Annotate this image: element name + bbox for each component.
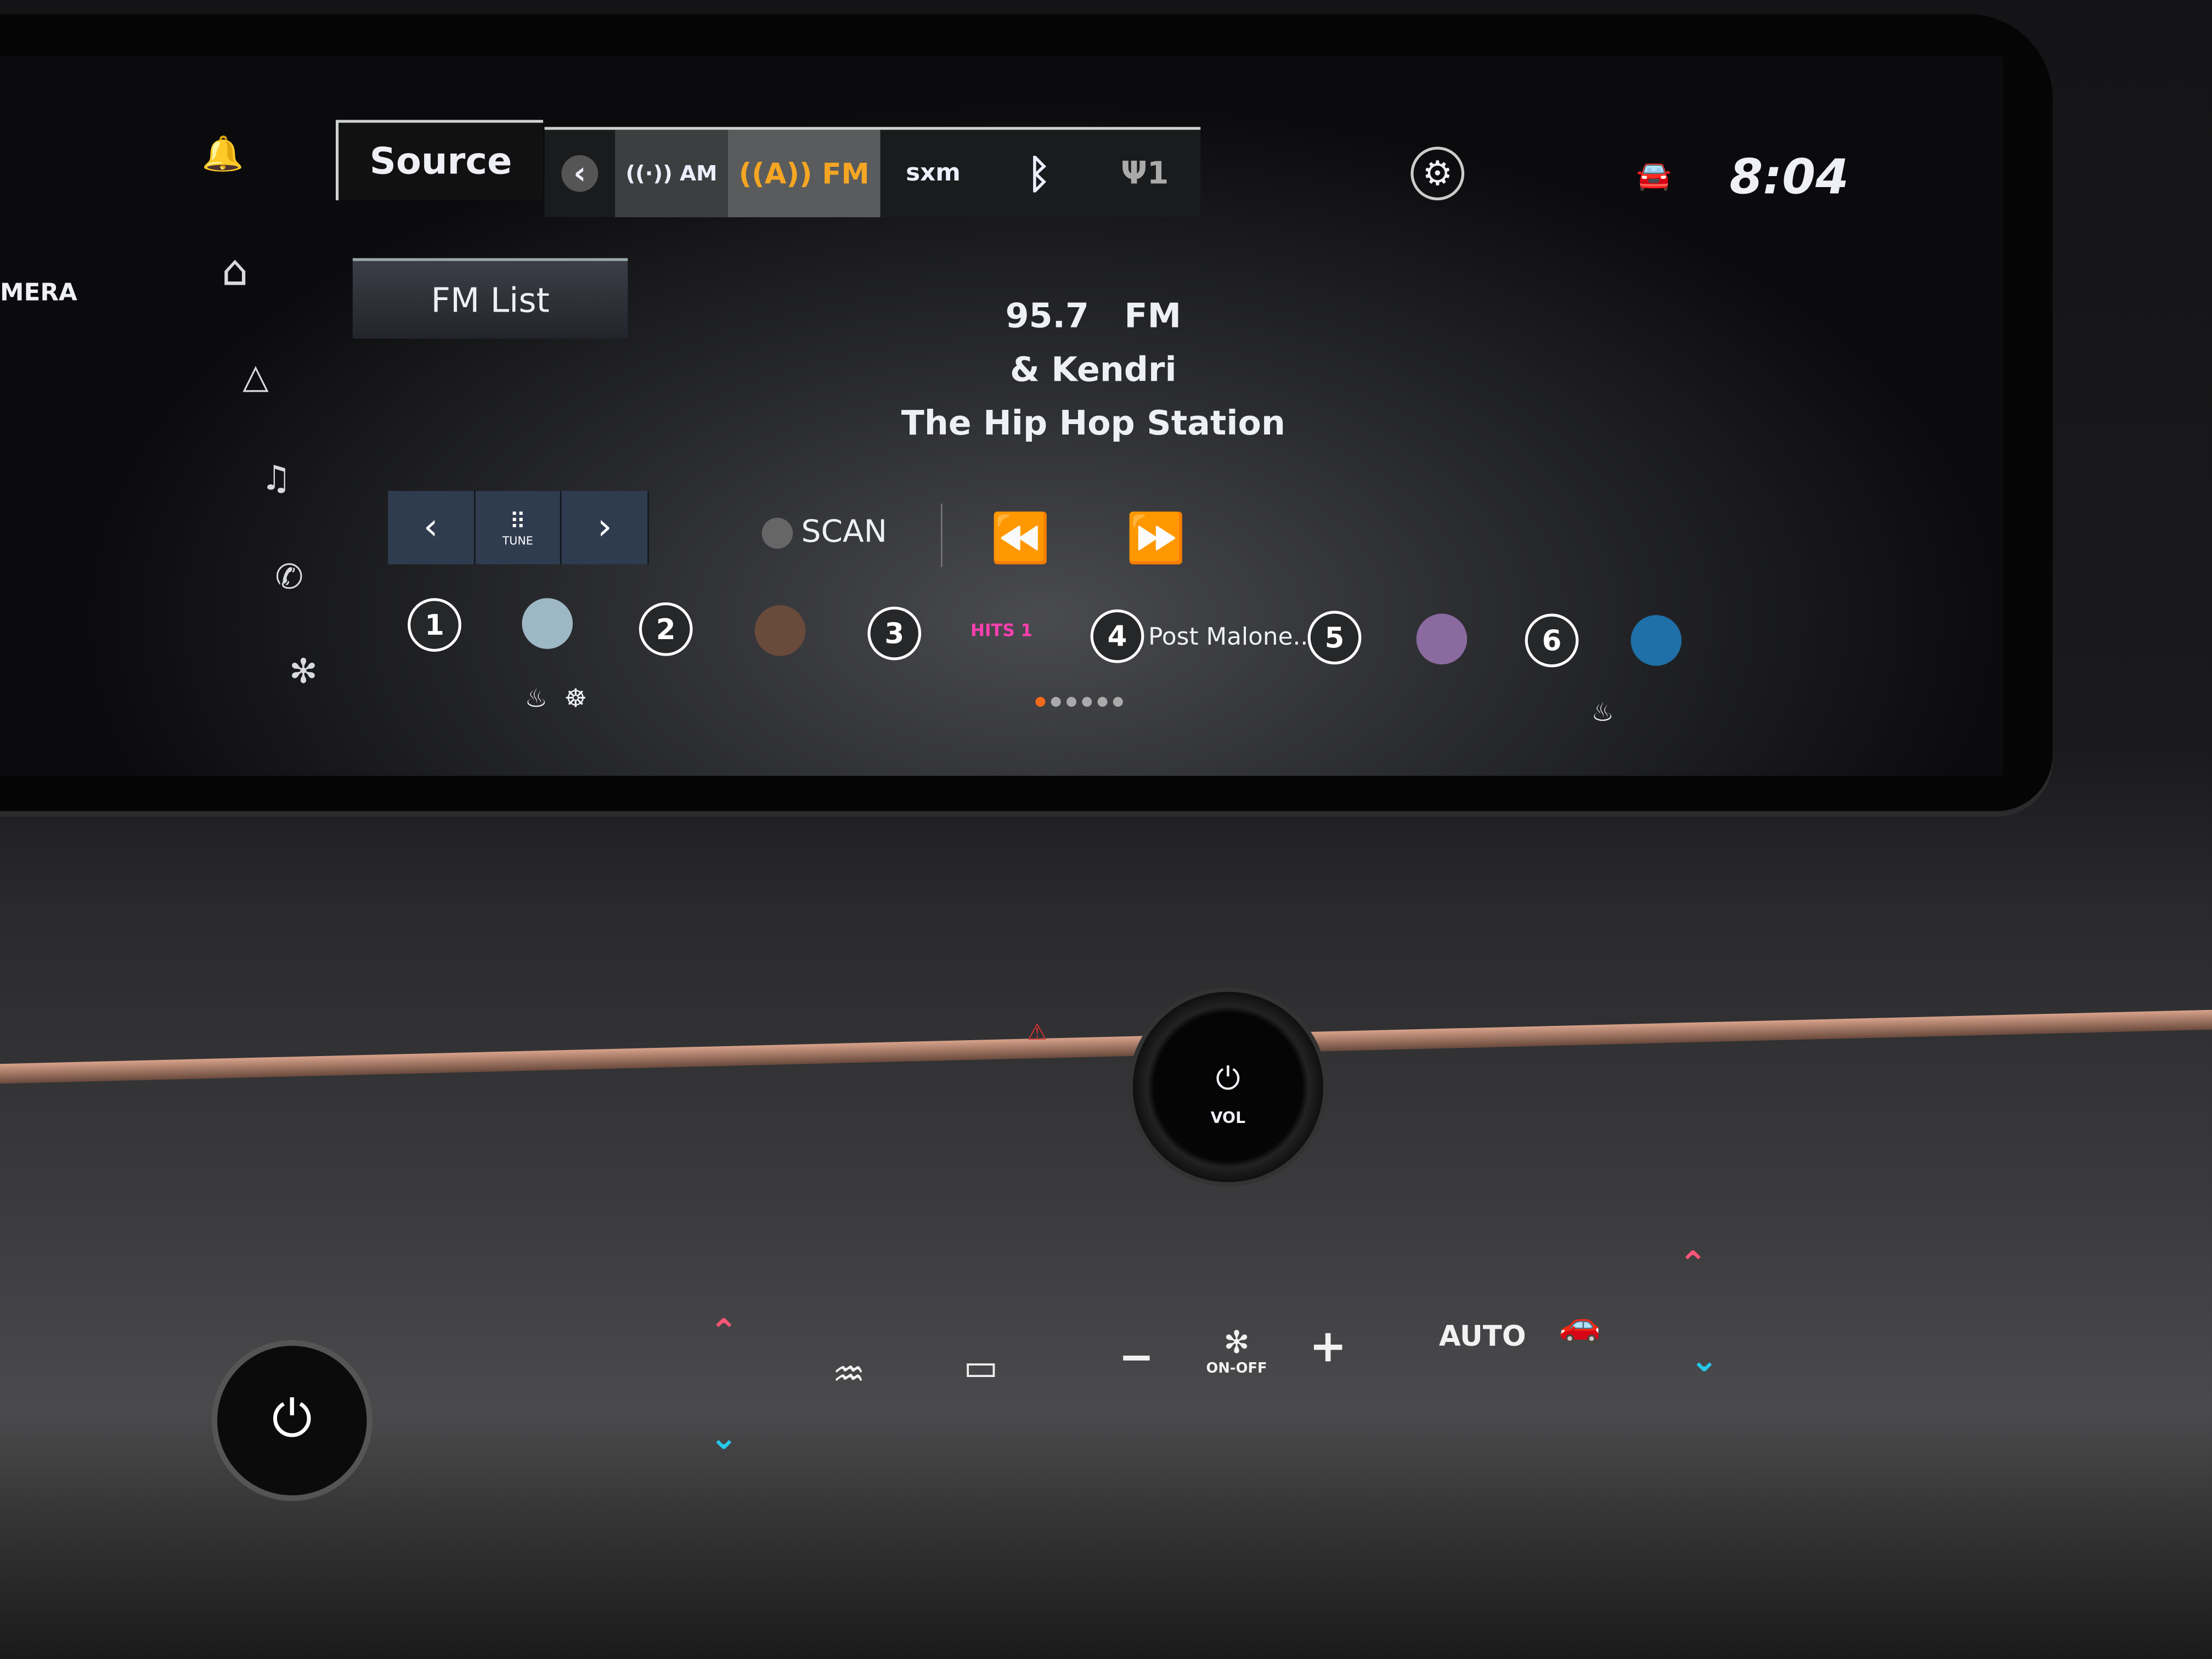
fan-onoff-button[interactable]: ✻ ON-OFF: [1206, 1326, 1267, 1377]
bluetooth-icon: ᛒ: [1027, 150, 1051, 197]
source-sxm-button[interactable]: sxm: [881, 130, 986, 217]
settings-gear-icon[interactable]: ⚙: [1410, 146, 1465, 201]
preset-6-button[interactable]: 6: [1525, 613, 1579, 668]
page-dot-active[interactable]: [1035, 697, 1046, 707]
scan-indicator-icon: [761, 517, 793, 548]
tune-label: TUNE: [502, 534, 533, 548]
now-playing: 95.7 FM & Kendri The Hip Hop Station: [874, 289, 1312, 450]
navigation-icon[interactable]: △: [242, 357, 268, 397]
recirculation-icon[interactable]: 🚗: [1559, 1305, 1601, 1345]
tune-keypad-button[interactable]: ⠿ TUNE: [475, 490, 562, 565]
driver-temp-up-icon[interactable]: ⌃: [709, 1312, 738, 1351]
tune-prev-button[interactable]: ‹: [388, 490, 475, 565]
preset-3-logo[interactable]: HITS 1: [970, 620, 1032, 640]
tune-control: ‹ ⠿ TUNE ›: [388, 490, 649, 565]
hazard-icon[interactable]: ⚠: [1027, 1019, 1047, 1046]
page-dot[interactable]: [1097, 697, 1108, 707]
rear-defrost-icon[interactable]: ▭: [963, 1347, 998, 1390]
chevron-left-icon: ‹: [561, 155, 599, 192]
preset-5-button[interactable]: 5: [1307, 611, 1362, 665]
usb-icon: Ψ1: [1120, 156, 1169, 191]
page-dot[interactable]: [1051, 697, 1061, 707]
copper-trim: [0, 1009, 2212, 1084]
preset-1-artwork[interactable]: [522, 598, 573, 649]
tune-next-button[interactable]: ›: [562, 490, 649, 565]
front-defrost-icon[interactable]: ♒: [832, 1355, 865, 1397]
preset-3-button[interactable]: 3: [867, 606, 922, 661]
preset-2-button[interactable]: 2: [639, 602, 693, 656]
camera-label[interactable]: MERA: [0, 279, 77, 307]
climate-power-button[interactable]: ⏻: [211, 1340, 373, 1501]
artist: & Kendri: [1010, 349, 1177, 390]
seat-heater-icon[interactable]: ♨: [525, 684, 548, 714]
sxm-icon: sxm: [906, 159, 961, 188]
rewind-button[interactable]: ⏪: [990, 511, 1050, 567]
scan-label: SCAN: [801, 515, 888, 550]
am-radio-icon: ((·)) AM: [625, 161, 718, 187]
power-icon: ⏻: [1216, 1062, 1240, 1098]
source-back-button[interactable]: ‹: [545, 130, 616, 217]
source-bluetooth-button[interactable]: ᛒ: [986, 130, 1092, 217]
auto-button[interactable]: AUTO: [1439, 1319, 1526, 1353]
home-icon[interactable]: ⌂: [222, 247, 249, 296]
passenger-temp-up-icon[interactable]: ⌃: [1679, 1244, 1707, 1284]
phone-icon[interactable]: ✆: [275, 557, 303, 597]
steering-heater-icon[interactable]: ☸: [565, 684, 588, 714]
fan-icon[interactable]: ✻: [289, 652, 318, 691]
source-usb-button[interactable]: Ψ1: [1092, 130, 1198, 217]
fan-onoff-label: ON-OFF: [1206, 1361, 1267, 1377]
band: FM: [1124, 296, 1181, 336]
car-icon: 🚘: [1636, 157, 1672, 192]
divider: [941, 503, 943, 567]
page-indicator: [1032, 686, 1126, 713]
source-bar: ‹ ((·)) AM ((A)) FM sxm ᛒ Ψ1: [544, 127, 1201, 217]
fast-forward-button[interactable]: ⏩: [1126, 511, 1186, 567]
source-am-button[interactable]: ((·)) AM: [615, 129, 728, 217]
preset-6-artwork[interactable]: [1630, 615, 1682, 666]
clock: 8:04: [1729, 149, 1849, 206]
page-dot[interactable]: [1113, 697, 1123, 707]
preset-4-button[interactable]: 4: [1090, 609, 1144, 663]
fan-up-button[interactable]: +: [1309, 1319, 1347, 1373]
source-button[interactable]: Source: [335, 120, 543, 201]
fm-list-button[interactable]: FM List: [352, 258, 628, 339]
station-name: The Hip Hop Station: [901, 403, 1285, 443]
preset-5-artwork[interactable]: [1416, 613, 1468, 665]
preset-2-artwork[interactable]: [754, 605, 806, 656]
preset-4-label[interactable]: Post Malone...: [1148, 624, 1316, 652]
preset-1-button[interactable]: 1: [408, 598, 461, 652]
page-dot[interactable]: [1082, 697, 1092, 707]
car-dashboard: MERA 🔔 ⌂ △ ♫ ✆ ✻ Source ‹ ((·)) AM ((A))…: [0, 0, 2212, 1659]
vol-label: VOL: [1210, 1109, 1246, 1127]
driver-temp-down-icon[interactable]: ⌄: [709, 1418, 738, 1457]
source-fm-button[interactable]: ((A)) FM: [727, 129, 881, 217]
keypad-icon: ⠿: [509, 507, 526, 535]
passenger-temp-down-icon[interactable]: ⌄: [1690, 1340, 1719, 1380]
preset-bar: 1 2 3 HITS 1 4 Post Malone... 5 6: [395, 592, 1735, 677]
fm-radio-icon: ((A)) FM: [738, 156, 870, 191]
volume-knob[interactable]: ⏻ VOL: [1128, 987, 1328, 1187]
page-dot[interactable]: [1066, 697, 1076, 707]
fan-down-button[interactable]: −: [1119, 1333, 1154, 1383]
bell-icon[interactable]: 🔔: [202, 134, 244, 173]
fan-icon: ✻: [1223, 1326, 1250, 1362]
scan-button[interactable]: SCAN: [761, 515, 888, 550]
passenger-seat-heater-icon[interactable]: ♨: [1592, 698, 1615, 728]
music-icon[interactable]: ♫: [261, 459, 291, 498]
frequency: 95.7: [1005, 296, 1089, 336]
